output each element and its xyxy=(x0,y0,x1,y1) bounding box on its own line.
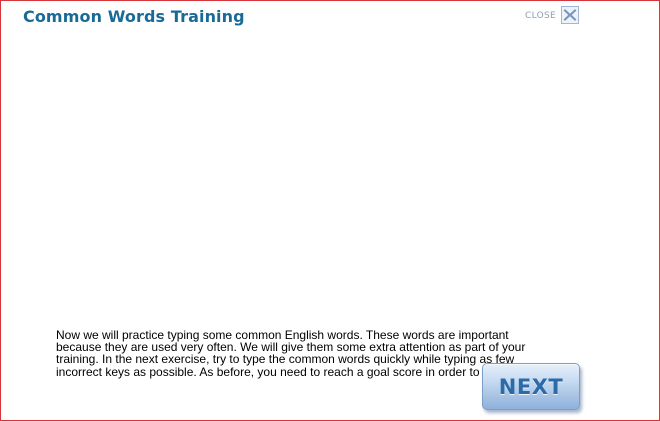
close-button[interactable]: CLOSE xyxy=(525,5,579,25)
instructions-text: Now we will practice typing some common … xyxy=(56,328,532,379)
dialog-title: Common Words Training xyxy=(23,7,245,26)
close-x-icon[interactable] xyxy=(560,6,579,24)
next-button-label[interactable]: NEXT xyxy=(499,375,563,399)
close-label[interactable]: CLOSE xyxy=(525,11,556,21)
training-dialog: Common Words Training CLOSE Now we will … xyxy=(0,0,660,421)
next-button[interactable]: NEXT xyxy=(482,363,580,410)
